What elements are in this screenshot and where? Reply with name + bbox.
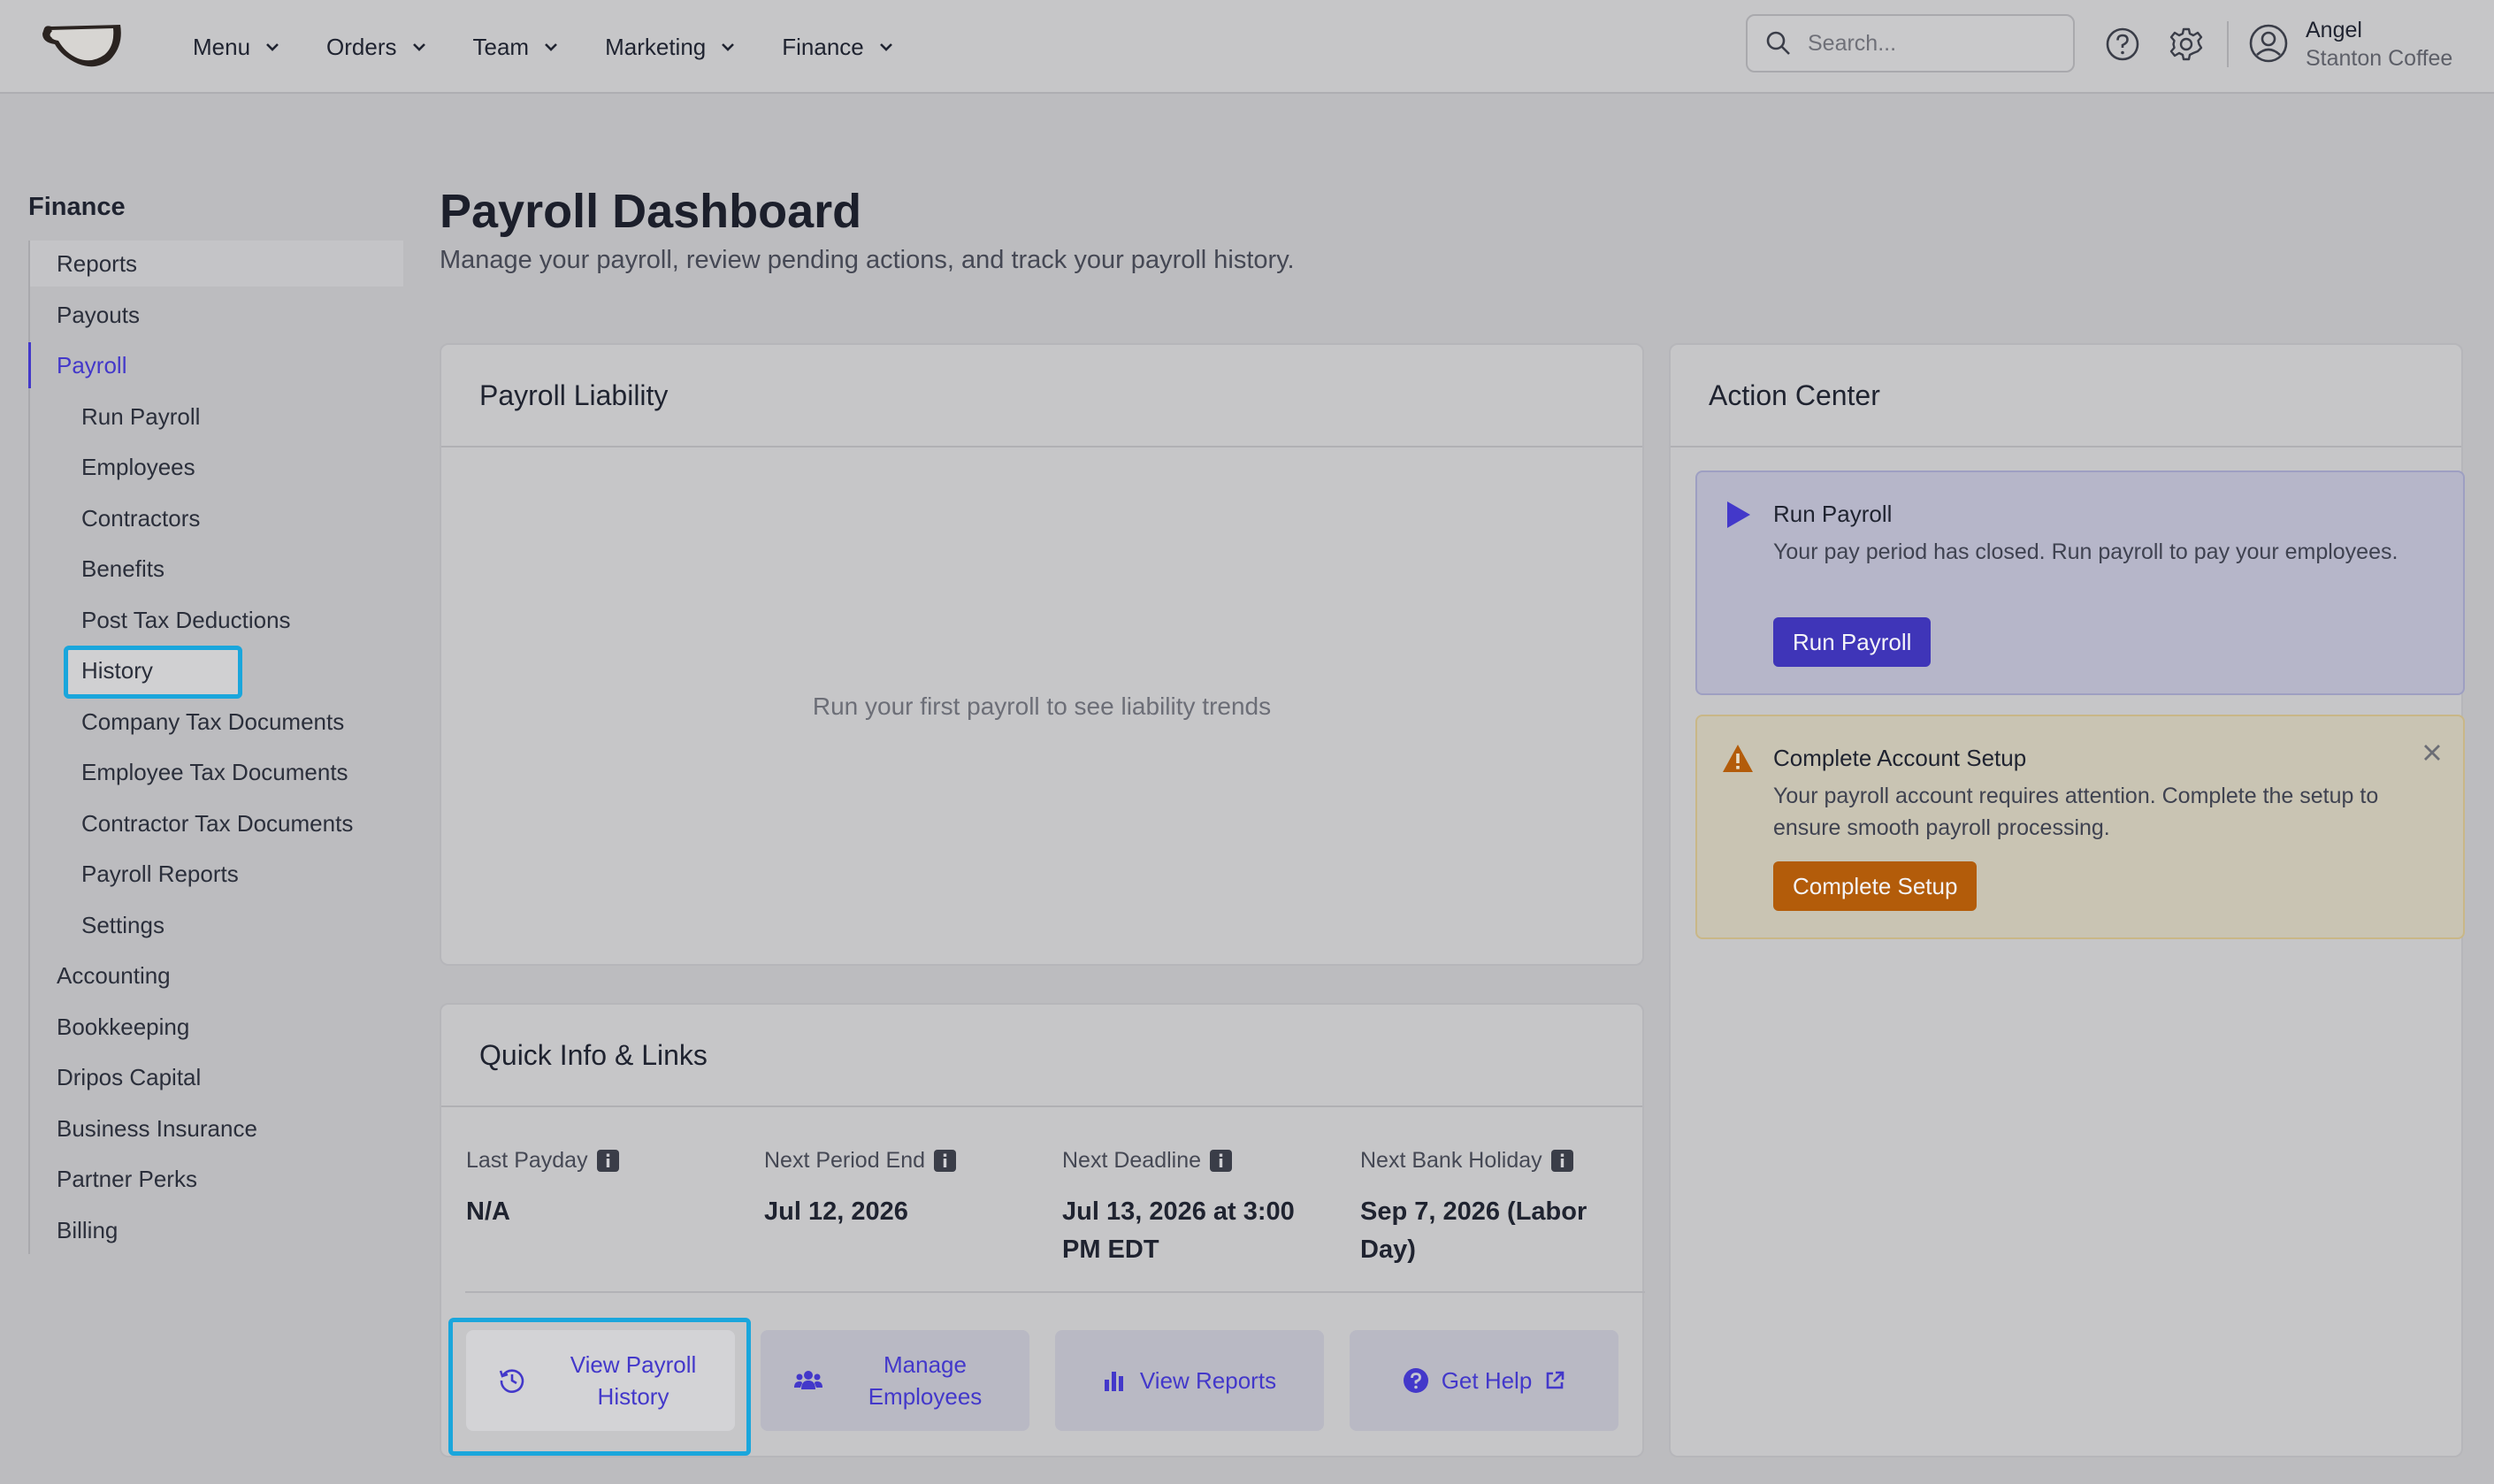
sidebar-item-benefits[interactable]: Benefits xyxy=(30,546,403,592)
coffee-cup-logo[interactable] xyxy=(39,19,126,69)
sidebar-item-payroll[interactable]: Payroll xyxy=(28,342,403,388)
view-reports-label: View Reports xyxy=(1139,1367,1277,1394)
sidebar-item-bookkeeping[interactable]: Bookkeeping xyxy=(30,1004,403,1050)
complete-setup-button[interactable]: Complete Setup xyxy=(1773,861,1978,911)
close-icon[interactable] xyxy=(2421,741,2444,764)
get-help-button[interactable]: Get Help xyxy=(1350,1330,1618,1431)
run-payroll-alert: Run Payroll Your pay period has closed. … xyxy=(1695,470,2465,695)
next-bank-holiday-value: Sep 7, 2026 (Labor Day) xyxy=(1360,1197,1587,1264)
help-icon xyxy=(1403,1368,1428,1393)
nav-menu-label: Menu xyxy=(193,33,251,60)
last-payday-value: N/A xyxy=(466,1197,510,1226)
chevron-down-icon xyxy=(412,43,425,51)
warning-icon xyxy=(1723,745,1753,772)
info-icon[interactable] xyxy=(934,1150,957,1172)
info-next-bank-holiday: Next Bank Holiday Sep 7, 2026 (Labor Day… xyxy=(1360,1148,1626,1269)
nav-marketing-label: Marketing xyxy=(605,33,707,60)
nav-team-label: Team xyxy=(472,33,530,60)
quick-info-divider xyxy=(465,1291,1645,1293)
page-title: Payroll Dashboard xyxy=(440,185,862,238)
info-next-period-end: Next Period End Jul 12, 2026 xyxy=(764,1148,1047,1231)
play-icon xyxy=(1727,501,1750,528)
sidebar-item-reports[interactable]: Reports xyxy=(30,241,403,287)
sidebar: Reports Payouts Payroll Run Payroll Empl… xyxy=(28,241,403,1254)
search-input[interactable] xyxy=(1808,30,2064,57)
sidebar-item-billing[interactable]: Billing xyxy=(30,1207,403,1253)
sidebar-item-post-tax-deductions[interactable]: Post Tax Deductions xyxy=(30,597,403,643)
nav-menu[interactable]: Menu xyxy=(193,34,280,61)
nav-marketing[interactable]: Marketing xyxy=(605,34,736,61)
chevron-down-icon xyxy=(266,43,279,51)
info-icon[interactable] xyxy=(1210,1150,1233,1172)
sidebar-item-payroll-reports[interactable]: Payroll Reports xyxy=(30,851,403,897)
nav-orders[interactable]: Orders xyxy=(326,34,426,61)
account-setup-alert-title: Complete Account Setup xyxy=(1773,745,2027,771)
sidebar-item-contractors[interactable]: Contractors xyxy=(30,495,403,541)
nav-finance[interactable]: Finance xyxy=(782,34,894,61)
next-period-end-label: Next Period End xyxy=(764,1148,926,1173)
manage-employees-button[interactable]: Manage Employees xyxy=(761,1330,1029,1431)
sidebar-item-company-tax-documents[interactable]: Company Tax Documents xyxy=(30,699,403,745)
top-navigation-bar: Menu Orders Team Marketing Finance Searc… xyxy=(0,0,2494,94)
sidebar-item-run-payroll[interactable]: Run Payroll xyxy=(30,394,403,440)
sidebar-title: Finance xyxy=(28,193,126,221)
user-company: Stanton Coffee xyxy=(2306,46,2453,71)
view-payroll-history-button[interactable]: View Payroll History xyxy=(466,1330,735,1431)
payroll-liability-card: Payroll Liability Run your first payroll… xyxy=(440,343,1644,966)
quick-info-card: Quick Info & Links Last Payday N/A Next … xyxy=(440,1003,1645,1457)
info-icon[interactable] xyxy=(1550,1150,1573,1172)
manage-employees-label: Manage Employees xyxy=(868,1351,983,1410)
liability-empty-message: Run your first payroll to see liability … xyxy=(812,692,1272,720)
action-center-card: Action Center Run Payroll Your pay perio… xyxy=(1669,343,2465,1457)
quick-info-title: Quick Info & Links xyxy=(441,1005,1642,1107)
nav-finance-label: Finance xyxy=(782,33,864,60)
sidebar-item-settings[interactable]: Settings xyxy=(30,902,403,948)
info-last-payday: Last Payday N/A xyxy=(466,1148,749,1231)
user-avatar-icon[interactable] xyxy=(2248,23,2289,64)
chevron-down-icon xyxy=(545,43,558,51)
account-setup-alert-text: Your payroll account requires attention.… xyxy=(1773,784,2379,840)
search-icon xyxy=(1766,31,1790,55)
sidebar-item-accounting[interactable]: Accounting xyxy=(30,952,403,998)
last-payday-label: Last Payday xyxy=(466,1148,588,1173)
page-subtitle: Manage your payroll, review pending acti… xyxy=(440,246,1295,274)
sidebar-item-payouts[interactable]: Payouts xyxy=(30,292,403,338)
sidebar-item-contractor-tax-documents[interactable]: Contractor Tax Documents xyxy=(30,800,403,846)
users-icon xyxy=(794,1371,822,1389)
main-nav: Menu Orders Team Marketing Finance xyxy=(193,0,940,94)
sidebar-item-business-insurance[interactable]: Business Insurance xyxy=(30,1105,403,1151)
user-name[interactable]: Angel xyxy=(2306,18,2362,43)
help-circle-icon[interactable] xyxy=(2105,27,2140,62)
bar-chart-icon xyxy=(1104,1372,1123,1391)
sidebar-item-history[interactable]: History xyxy=(30,647,403,693)
sidebar-item-dripos-capital[interactable]: Dripos Capital xyxy=(30,1054,403,1100)
nav-team[interactable]: Team xyxy=(473,34,560,61)
run-payroll-button[interactable]: Run Payroll xyxy=(1773,617,1932,667)
search-box[interactable] xyxy=(1746,14,2075,73)
action-center-title: Action Center xyxy=(1671,345,2461,447)
view-payroll-history-label: View Payroll History xyxy=(570,1351,697,1410)
get-help-label: Get Help xyxy=(1441,1367,1533,1394)
next-deadline-label: Next Deadline xyxy=(1062,1148,1202,1173)
run-payroll-alert-text: Your pay period has closed. Run payroll … xyxy=(1773,539,2398,564)
run-payroll-alert-title: Run Payroll xyxy=(1773,501,1893,527)
gear-icon[interactable] xyxy=(2169,27,2204,62)
external-link-icon xyxy=(1546,1371,1564,1389)
nav-orders-label: Orders xyxy=(326,33,397,60)
toolbar-divider xyxy=(2227,21,2229,67)
payroll-liability-title: Payroll Liability xyxy=(441,345,1642,447)
sidebar-item-partner-perks[interactable]: Partner Perks xyxy=(30,1156,403,1202)
next-period-end-value: Jul 12, 2026 xyxy=(764,1197,908,1226)
chevron-down-icon xyxy=(722,43,735,51)
sidebar-item-employee-tax-documents[interactable]: Employee Tax Documents xyxy=(30,749,403,795)
account-setup-alert: Complete Account Setup Your payroll acco… xyxy=(1695,715,2465,939)
history-icon xyxy=(499,1369,524,1393)
next-bank-holiday-label: Next Bank Holiday xyxy=(1360,1148,1542,1173)
sidebar-item-employees[interactable]: Employees xyxy=(30,444,403,490)
next-deadline-value: Jul 13, 2026 at 3:00 PM EDT xyxy=(1062,1197,1295,1264)
view-reports-button[interactable]: View Reports xyxy=(1055,1330,1324,1431)
chevron-down-icon xyxy=(879,43,892,51)
info-icon[interactable] xyxy=(596,1150,619,1172)
info-next-deadline: Next Deadline Jul 13, 2026 at 3:00 PM ED… xyxy=(1062,1148,1327,1269)
